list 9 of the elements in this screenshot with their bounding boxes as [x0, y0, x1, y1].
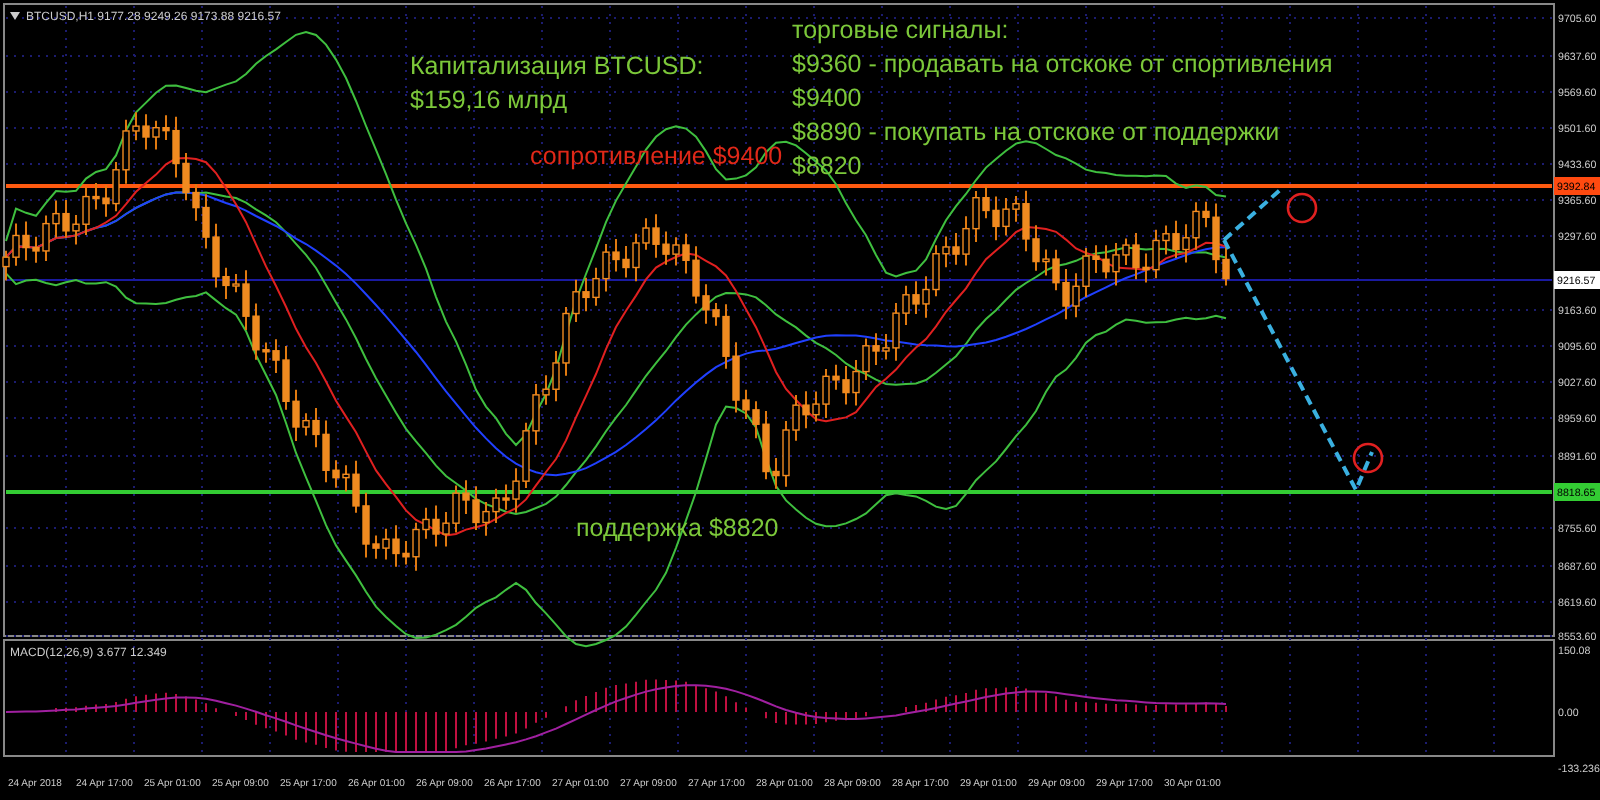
dropdown-triangle-icon[interactable]	[10, 12, 20, 20]
signal-note: $8890 - покупать на отскоке от поддержки	[792, 118, 1280, 146]
sell-point-circle	[1286, 192, 1318, 224]
capitalization-note: $159,16 млрд	[410, 86, 568, 114]
buy-point-circle	[1352, 442, 1384, 474]
signal-note: $9400	[792, 84, 862, 112]
signal-note: $9360 - продавать на отскоке от спортивления	[792, 50, 1333, 78]
signal-note: торговые сигналы:	[792, 16, 1009, 44]
capitalization-note: Капитализация BTCUSD:	[410, 52, 704, 80]
